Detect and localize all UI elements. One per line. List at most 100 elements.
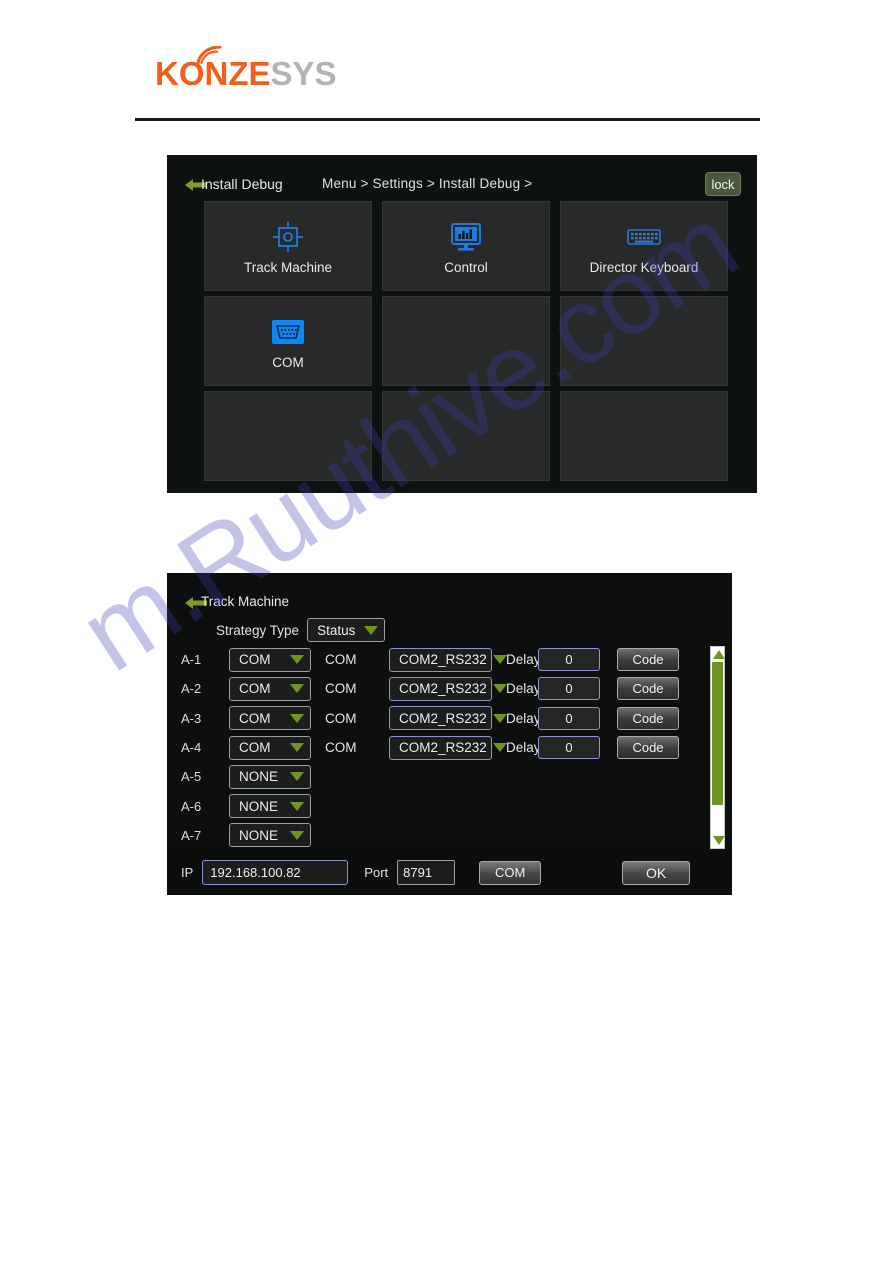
row-id: A-7 bbox=[181, 827, 202, 843]
tile-label: Director Keyboard bbox=[589, 259, 699, 275]
tile-label: COM bbox=[272, 354, 304, 370]
tile-empty-8[interactable] bbox=[382, 391, 550, 481]
row-delay-label: Delay bbox=[506, 740, 541, 756]
row-delay-input[interactable]: 0 bbox=[538, 677, 600, 701]
row-mode-select[interactable]: NONE bbox=[229, 794, 311, 819]
row-code-button[interactable]: Code bbox=[617, 648, 679, 672]
row-code-button[interactable]: Code bbox=[617, 677, 679, 701]
target-crosshair-icon bbox=[273, 218, 303, 256]
row-mode-select[interactable]: COM bbox=[229, 647, 311, 672]
row-id: A-6 bbox=[181, 798, 202, 814]
chevron-down-icon bbox=[290, 772, 304, 782]
row-delay-label: Delay bbox=[506, 652, 541, 668]
header-divider bbox=[135, 118, 760, 121]
chevron-down-icon bbox=[290, 801, 304, 811]
chevron-down-icon bbox=[364, 625, 379, 635]
row-port-value: COM2_RS232 bbox=[399, 681, 487, 697]
row-delay-input[interactable]: 0 bbox=[538, 648, 600, 672]
scrollbar-thumb[interactable] bbox=[712, 662, 723, 805]
row-mode-select[interactable]: NONE bbox=[229, 764, 311, 789]
port-input[interactable]: 8791 bbox=[397, 860, 456, 885]
row-id: A-5 bbox=[181, 769, 202, 785]
track-machine-rows: A-1 COM COM COM2_RS232 Delay 0 Code A-2 … bbox=[167, 645, 732, 850]
ok-button[interactable]: OK bbox=[622, 860, 691, 885]
brand-name-secondary: SYS bbox=[270, 55, 337, 92]
breadcrumb: Menu > Settings > Install Debug > bbox=[322, 176, 533, 191]
lock-button[interactable]: lock bbox=[705, 172, 741, 196]
row-port-value: COM2_RS232 bbox=[399, 710, 487, 726]
tile-empty-7[interactable] bbox=[204, 391, 372, 481]
row-port-select[interactable]: COM2_RS232 bbox=[389, 647, 507, 672]
row-port-value: COM2_RS232 bbox=[399, 740, 487, 756]
tile-label: Control bbox=[444, 259, 488, 275]
track-machine-footer: IP 192.168.100.82 Port 8791 COM OK bbox=[167, 850, 732, 895]
row-mid-text: COM bbox=[325, 710, 357, 726]
table-row: A-2 COM COM COM2_RS232 Delay 0 Code bbox=[167, 674, 732, 703]
strategy-type-label: Strategy Type bbox=[216, 622, 300, 638]
tile-empty-6[interactable] bbox=[560, 296, 728, 386]
row-code-button[interactable]: Code bbox=[617, 706, 679, 730]
install-debug-tile-grid: Track Machine Control Director Keyboard … bbox=[167, 201, 831, 493]
row-mode-value: NONE bbox=[239, 798, 279, 814]
ip-label: IP bbox=[181, 865, 194, 880]
chevron-down-icon bbox=[290, 743, 304, 753]
wifi-arc-icon bbox=[196, 46, 222, 64]
row-mode-value: COM bbox=[239, 710, 271, 726]
tile-com[interactable]: COM bbox=[204, 296, 372, 386]
row-code-button[interactable]: Code bbox=[617, 736, 679, 760]
chevron-down-icon bbox=[290, 830, 304, 840]
tile-label: Track Machine bbox=[243, 259, 333, 275]
row-mode-value: NONE bbox=[239, 827, 279, 843]
vertical-scrollbar[interactable] bbox=[710, 646, 725, 849]
table-row: A-7 NONE bbox=[167, 821, 732, 850]
track-machine-header: Track Machine Strategy Type Status bbox=[167, 573, 732, 642]
row-port-select[interactable]: COM2_RS232 bbox=[389, 676, 507, 701]
table-row: A-5 NONE bbox=[167, 762, 732, 791]
install-debug-panel: Install Debug Menu > Settings > Install … bbox=[167, 155, 757, 493]
page-title: Install Debug bbox=[201, 176, 283, 192]
monitor-chart-icon bbox=[450, 218, 482, 256]
strategy-type-select[interactable]: Status bbox=[307, 618, 386, 642]
row-delay-input[interactable]: 0 bbox=[538, 706, 600, 730]
scroll-down-arrow-icon[interactable] bbox=[712, 834, 725, 847]
row-mode-value: COM bbox=[239, 681, 271, 697]
tile-director-keyboard[interactable]: Director Keyboard bbox=[560, 201, 728, 291]
brand-logo: KONZESYS bbox=[155, 46, 337, 99]
row-mid-text: COM bbox=[325, 740, 357, 756]
row-port-value: COM2_RS232 bbox=[399, 652, 487, 668]
row-mid-text: COM bbox=[325, 652, 357, 668]
row-mode-select[interactable]: COM bbox=[229, 676, 311, 701]
row-mid-text: COM bbox=[325, 681, 357, 697]
scroll-up-arrow-icon[interactable] bbox=[712, 648, 725, 661]
row-id: A-2 bbox=[181, 681, 202, 697]
row-mode-value: COM bbox=[239, 652, 271, 668]
row-port-select[interactable]: COM2_RS232 bbox=[389, 735, 507, 760]
row-mode-select[interactable]: COM bbox=[229, 706, 311, 731]
tile-empty-5[interactable] bbox=[382, 296, 550, 386]
row-mode-select[interactable]: NONE bbox=[229, 823, 311, 848]
ip-input[interactable]: 192.168.100.82 bbox=[202, 860, 349, 885]
track-machine-title: Track Machine bbox=[201, 594, 290, 609]
page-header: KONZESYS bbox=[0, 0, 893, 125]
serial-port-icon bbox=[272, 313, 304, 351]
tile-track-machine[interactable]: Track Machine bbox=[204, 201, 372, 291]
tile-control[interactable]: Control bbox=[382, 201, 550, 291]
keyboard-icon bbox=[627, 218, 661, 256]
tile-empty-9[interactable] bbox=[560, 391, 728, 481]
row-mode-value: NONE bbox=[239, 769, 279, 785]
row-mode-select[interactable]: COM bbox=[229, 735, 311, 760]
com-button[interactable]: COM bbox=[479, 860, 542, 885]
row-delay-input[interactable]: 0 bbox=[538, 736, 600, 760]
strategy-type-row: Strategy Type Status bbox=[216, 618, 386, 642]
row-id: A-4 bbox=[181, 740, 202, 756]
chevron-down-icon bbox=[290, 655, 304, 665]
row-port-select[interactable]: COM2_RS232 bbox=[389, 706, 507, 731]
row-delay-label: Delay bbox=[506, 710, 541, 726]
row-delay-label: Delay bbox=[506, 681, 541, 697]
table-row: A-3 COM COM COM2_RS232 Delay 0 Code bbox=[167, 704, 732, 733]
chevron-down-icon bbox=[290, 713, 304, 723]
row-id: A-3 bbox=[181, 710, 202, 726]
port-label: Port bbox=[364, 865, 389, 880]
table-row: A-6 NONE bbox=[167, 791, 732, 820]
chevron-down-icon bbox=[290, 684, 304, 694]
